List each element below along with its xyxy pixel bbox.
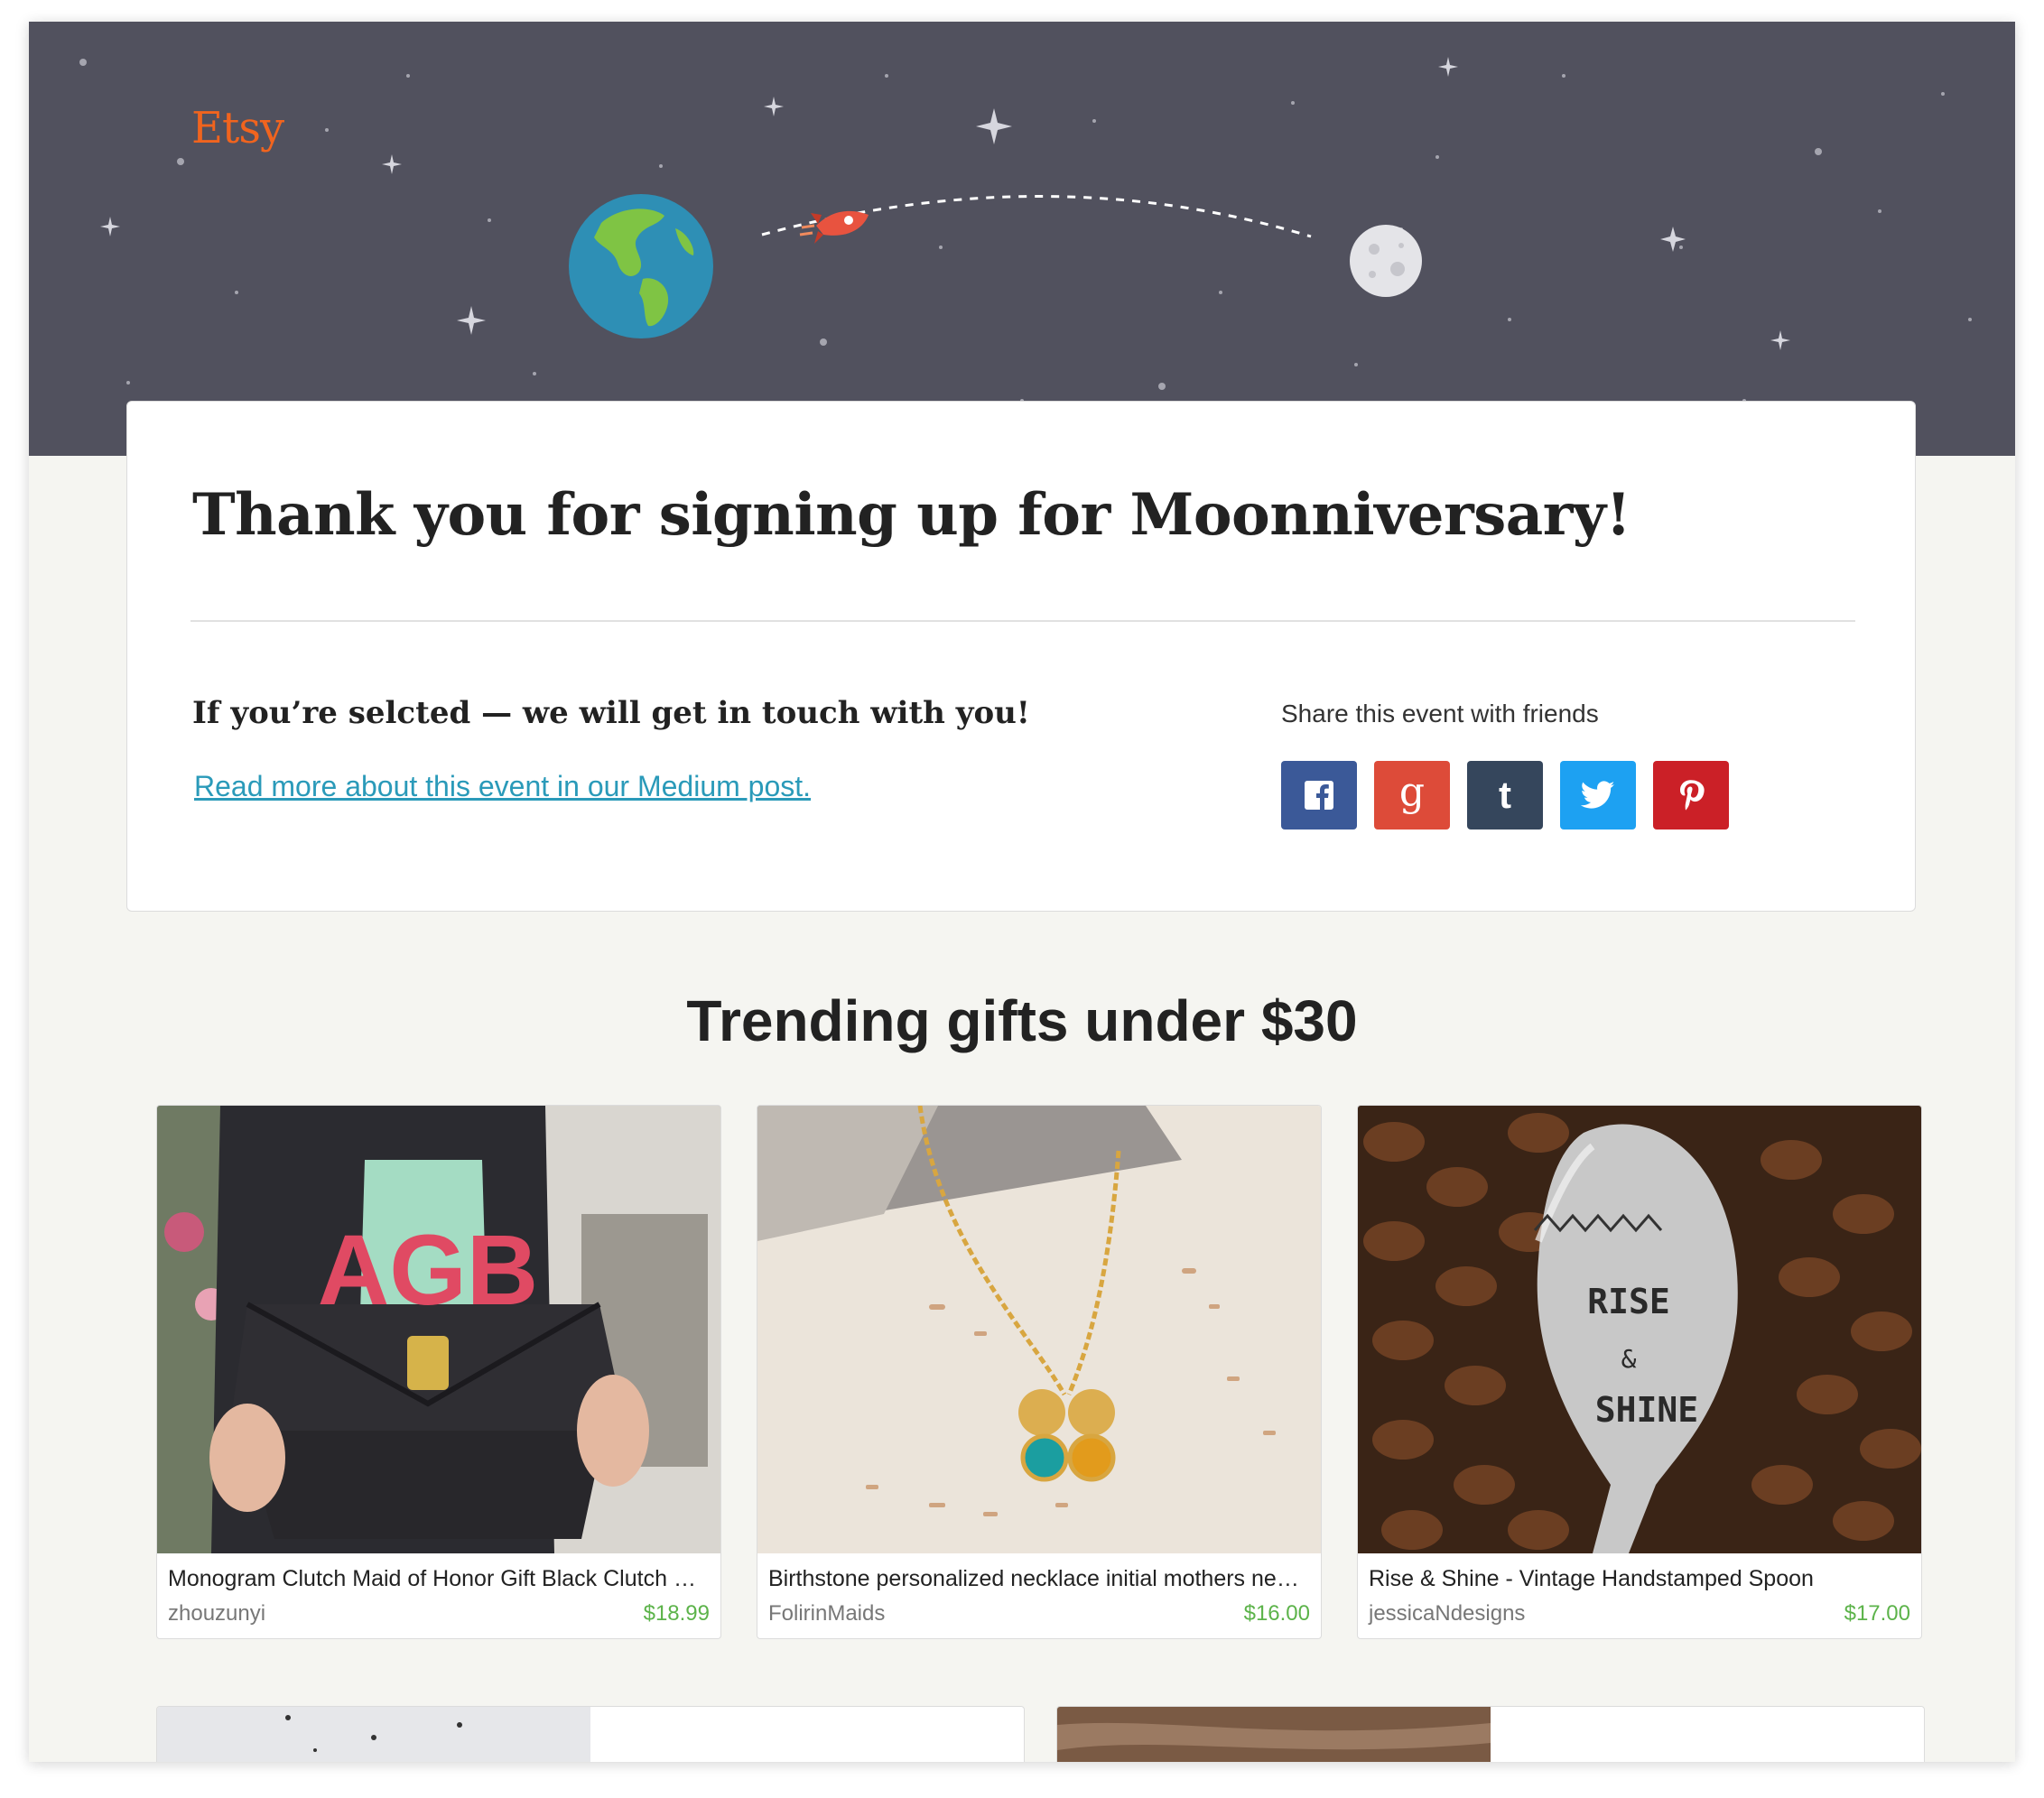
share-tumblr-button[interactable]: t [1467,761,1543,829]
handstamped-spoon-photo: RISE & SHINE [1358,1106,1921,1553]
product-title[interactable]: Rise & Shine - Vintage Handstamped Spoon [1369,1566,1901,1592]
selection-message: If you’re selcted — we will get in touch… [192,695,1030,731]
product-photo-partial [157,1707,590,1762]
twitter-icon [1581,781,1615,809]
page-frame: Etsy Thank you for signing up for Moonni… [29,22,2015,1762]
shop-name[interactable]: FolirinMaids [768,1601,885,1627]
share-twitter-button[interactable] [1560,761,1636,829]
monogram-clutch-photo: AGB [157,1106,720,1553]
share-facebook-button[interactable] [1281,761,1357,829]
space-hero-banner: Etsy [29,22,2015,456]
product-card[interactable]: RISE & SHINE Rise & Shine - Vintage Hand… [1357,1105,1922,1639]
product-card-partial[interactable] [1056,1706,1925,1762]
share-buttons: g t [1281,761,1746,829]
svg-text:SHINE: SHINE [1595,1390,1698,1430]
tumblr-icon: t [1499,774,1511,816]
shop-name[interactable]: zhouzunyi [168,1601,265,1627]
product-card-partial[interactable] [156,1706,1025,1762]
divider [190,620,1855,622]
product-photo-partial [1057,1707,1491,1762]
product-card[interactable]: AGB Monogram Clutch Maid of Honor Gift B… [156,1105,721,1639]
share-label: Share this event with friends [1281,700,1599,728]
shop-name[interactable]: jessicaNdesigns [1369,1601,1525,1627]
share-pinterest-button[interactable] [1653,761,1729,829]
page-title: Thank you for signing up for Moonniversa… [192,481,1631,549]
product-title[interactable]: Monogram Clutch Maid of Honor Gift Black… [168,1566,701,1592]
birthstone-necklace-photo [757,1106,1321,1553]
starfield-background [79,57,1972,421]
google-plus-icon: g [1398,769,1426,815]
earth-icon [569,194,713,338]
svg-text:AGB: AGB [318,1215,538,1326]
signup-confirmation-card: Thank you for signing up for Moonniversa… [126,401,1916,912]
medium-post-link[interactable]: Read more about this event in our Medium… [194,770,811,803]
rocket-icon [799,210,869,244]
product-title[interactable]: Birthstone personalized necklace initial… [768,1566,1301,1592]
product-price: $18.99 [643,1601,710,1626]
etsy-logo[interactable]: Etsy [191,103,284,153]
pinterest-icon [1680,780,1705,811]
product-price: $17.00 [1844,1601,1910,1626]
moon-icon [1350,225,1422,297]
product-card[interactable]: Birthstone personalized necklace initial… [757,1105,1322,1639]
trending-section-title: Trending gifts under $30 [686,988,1358,1053]
facebook-icon [1305,781,1333,810]
svg-text:RISE: RISE [1587,1282,1670,1321]
share-google-plus-button[interactable]: g [1374,761,1450,829]
svg-text:&: & [1621,1344,1637,1374]
product-price: $16.00 [1243,1601,1310,1626]
